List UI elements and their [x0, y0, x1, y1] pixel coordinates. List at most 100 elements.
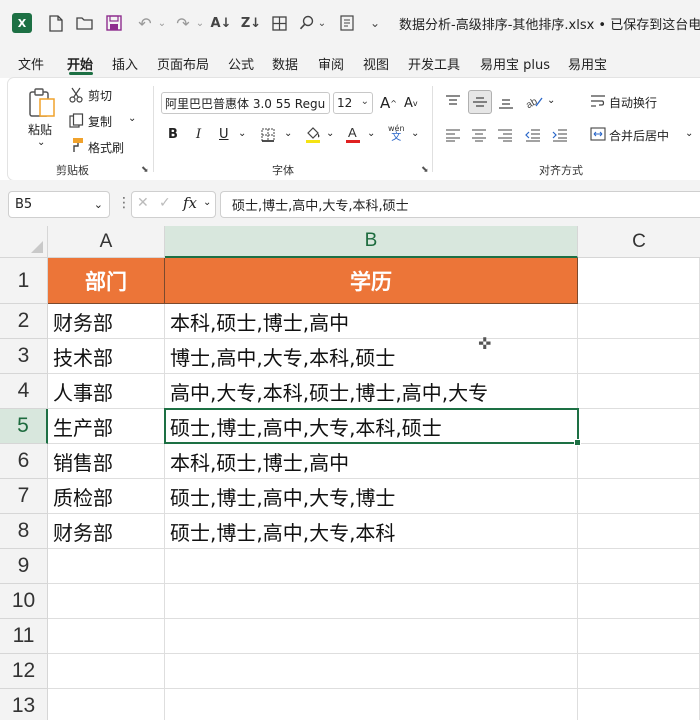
row-header[interactable]: 11	[0, 619, 48, 654]
align-center-icon[interactable]	[469, 125, 489, 145]
row-header[interactable]: 8	[0, 514, 48, 549]
empty-cell[interactable]	[48, 619, 165, 654]
row-header[interactable]: 9	[0, 549, 48, 584]
increase-font-size-button[interactable]: A ^	[380, 94, 397, 112]
row-header[interactable]: 6	[0, 444, 48, 479]
font-color-dropdown-icon[interactable]: ⌄	[367, 128, 375, 139]
align-bottom-icon[interactable]	[496, 92, 516, 112]
italic-button[interactable]: I	[196, 127, 201, 142]
empty-cell[interactable]	[165, 549, 578, 584]
empty-cell[interactable]	[578, 514, 700, 549]
select-all-button[interactable]	[0, 226, 48, 258]
border-dropdown-icon[interactable]: ⌄	[284, 128, 292, 139]
clipboard-launcher-icon[interactable]: ⬊	[141, 165, 149, 175]
table-cell-education[interactable]: 本科,硕士,博士,高中	[165, 304, 578, 339]
phonetic-guide-button[interactable]: wén 文	[388, 124, 405, 143]
empty-cell[interactable]	[578, 374, 700, 409]
confirm-icon[interactable]: ✓	[159, 195, 171, 211]
undo-dropdown-icon[interactable]: ⌄	[156, 12, 168, 34]
merge-center-button[interactable]: 合并后居中	[609, 127, 669, 144]
insert-function-button[interactable]: fx	[183, 194, 197, 212]
underline-button[interactable]: U	[219, 127, 229, 142]
empty-cell[interactable]	[578, 258, 700, 304]
open-folder-icon[interactable]	[74, 12, 96, 34]
table-cell-department[interactable]: 销售部	[48, 444, 165, 479]
name-box[interactable]: B5 ⌄	[8, 191, 110, 218]
copy-dropdown-icon[interactable]: ⌄	[128, 113, 136, 124]
align-middle-icon[interactable]	[468, 90, 492, 114]
phonetic-dropdown-icon[interactable]: ⌄	[411, 128, 419, 139]
underline-dropdown-icon[interactable]: ⌄	[238, 128, 246, 139]
row-header[interactable]: 12	[0, 654, 48, 689]
cut-button[interactable]: 剪切	[88, 87, 112, 104]
empty-cell[interactable]	[578, 584, 700, 619]
paste-dropdown-icon[interactable]: ⌄	[37, 137, 45, 148]
table-cell-department[interactable]: 质检部	[48, 479, 165, 514]
column-header-c[interactable]: C	[578, 226, 700, 258]
tab-formulas[interactable]: 公式	[228, 54, 254, 73]
new-file-icon[interactable]	[46, 12, 66, 34]
tab-view[interactable]: 视图	[363, 54, 389, 73]
decrease-font-size-button[interactable]: Av	[404, 96, 418, 111]
table-cell-education[interactable]: 硕士,博士,高中,大专,博士	[165, 479, 578, 514]
empty-cell[interactable]	[578, 619, 700, 654]
header-cell-department[interactable]: 部门	[48, 258, 165, 304]
table-cell-education[interactable]: 硕士,博士,高中,大专,本科,硕士	[165, 409, 578, 444]
table-cell-education[interactable]: 本科,硕士,博士,高中	[165, 444, 578, 479]
copy-button[interactable]: 复制	[88, 113, 112, 130]
search-dropdown-icon[interactable]: ⌄	[316, 12, 328, 34]
fill-color-icon[interactable]	[304, 124, 322, 144]
font-size-combo[interactable]: 12 ⌄	[333, 92, 373, 114]
empty-cell[interactable]	[48, 549, 165, 584]
save-icon[interactable]	[104, 12, 124, 34]
table-cell-department[interactable]: 财务部	[48, 304, 165, 339]
cancel-icon[interactable]: ✕	[137, 195, 149, 211]
increase-indent-icon[interactable]	[550, 125, 570, 145]
align-left-icon[interactable]	[443, 125, 463, 145]
name-box-dropdown-icon[interactable]: ⌄	[94, 198, 103, 211]
empty-cell[interactable]	[48, 584, 165, 619]
empty-cell[interactable]	[578, 444, 700, 479]
empty-cell[interactable]	[48, 689, 165, 720]
row-header[interactable]: 1	[0, 258, 48, 304]
orientation-dropdown-icon[interactable]: ⌄	[547, 95, 555, 106]
row-header[interactable]: 4	[0, 374, 48, 409]
empty-cell[interactable]	[578, 549, 700, 584]
empty-cell[interactable]	[165, 619, 578, 654]
align-top-icon[interactable]	[443, 92, 463, 112]
form-icon[interactable]	[336, 12, 358, 34]
row-header[interactable]: 13	[0, 689, 48, 720]
borders-icon[interactable]	[268, 12, 290, 34]
row-header[interactable]: 2	[0, 304, 48, 339]
tab-insert[interactable]: 插入	[112, 54, 138, 73]
row-header[interactable]: 10	[0, 584, 48, 619]
fill-handle[interactable]	[574, 439, 581, 446]
redo-icon[interactable]: ↷	[172, 12, 194, 34]
formula-input[interactable]: 硕士,博士,高中,大专,本科,硕士	[220, 191, 700, 218]
paste-button[interactable]: 粘贴	[28, 121, 52, 138]
table-cell-education[interactable]: 博士,高中,大专,本科,硕士	[165, 339, 578, 374]
empty-cell[interactable]	[165, 654, 578, 689]
table-cell-department[interactable]: 生产部	[48, 409, 165, 444]
empty-cell[interactable]	[165, 689, 578, 720]
format-painter-button[interactable]: 格式刷	[88, 139, 124, 156]
sort-descending-icon[interactable]: Z↓	[240, 12, 262, 34]
empty-cell[interactable]	[165, 584, 578, 619]
tab-file[interactable]: 文件	[18, 54, 44, 73]
search-icon[interactable]	[296, 12, 318, 34]
table-cell-department[interactable]: 人事部	[48, 374, 165, 409]
font-launcher-icon[interactable]: ⬊	[421, 165, 429, 175]
wrap-text-button[interactable]: 自动换行	[609, 94, 657, 111]
orientation-icon[interactable]: ab	[525, 92, 545, 112]
column-header-b[interactable]: B	[165, 226, 578, 258]
tab-easy-tool[interactable]: 易用宝	[568, 54, 607, 73]
border-icon[interactable]	[260, 127, 276, 143]
decrease-indent-icon[interactable]	[523, 125, 543, 145]
tab-data[interactable]: 数据	[272, 54, 298, 73]
table-cell-education[interactable]: 高中,大专,本科,硕士,博士,高中,大专	[165, 374, 578, 409]
row-header[interactable]: 7	[0, 479, 48, 514]
redo-dropdown-icon[interactable]: ⌄	[194, 12, 206, 34]
merge-dropdown-icon[interactable]: ⌄	[685, 128, 693, 139]
undo-icon[interactable]: ↶	[134, 12, 156, 34]
fill-color-dropdown-icon[interactable]: ⌄	[326, 128, 334, 139]
